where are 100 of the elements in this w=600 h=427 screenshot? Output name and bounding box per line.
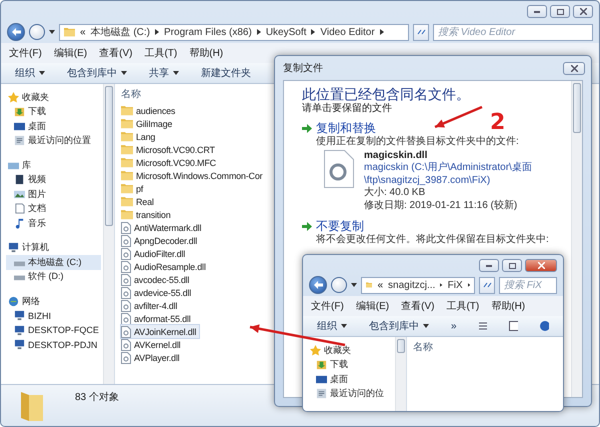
- annotation-number: 2: [490, 111, 506, 134]
- toolbar-button[interactable]: »: [451, 320, 457, 332]
- back-button[interactable]: [309, 276, 327, 294]
- nav-item[interactable]: 桌面: [308, 372, 393, 386]
- file-item[interactable]: Microsoft.VC90.MFC: [121, 156, 219, 169]
- scrollbar[interactable]: [103, 84, 114, 384]
- view-options-icon[interactable]: [478, 322, 488, 330]
- close-button[interactable]: [525, 259, 557, 272]
- file-item[interactable]: avdevice-55.dll: [121, 286, 194, 299]
- file-item[interactable]: AudioFilter.dll: [121, 247, 188, 260]
- refresh-button[interactable]: [479, 276, 495, 294]
- recent-places-icon: [14, 135, 25, 146]
- breadcrumb[interactable]: FiX: [448, 280, 463, 290]
- file-item[interactable]: avcodec-55.dll: [121, 273, 192, 286]
- nav-item[interactable]: 软件 (D:): [6, 270, 101, 284]
- breadcrumb[interactable]: 本地磁盘 (C:): [90, 25, 150, 39]
- file-item[interactable]: avformat-55.dll: [121, 312, 194, 325]
- folder-icon: [121, 105, 133, 116]
- nav-item[interactable]: 音乐: [6, 216, 101, 230]
- breadcrumb[interactable]: UkeySoft: [266, 26, 306, 38]
- nav-item[interactable]: DESKTOP-PDJN: [6, 338, 101, 352]
- file-item[interactable]: Microsoft.VC90.CRT: [121, 143, 218, 156]
- file-item[interactable]: AVKernel.dll: [121, 338, 184, 351]
- file-item[interactable]: avfilter-4.dll: [121, 299, 180, 312]
- minimize-button[interactable]: [479, 259, 499, 272]
- file-icon: [121, 222, 131, 234]
- menu-item[interactable]: 编辑(E): [54, 46, 88, 60]
- nav-item[interactable]: 下载: [308, 358, 393, 372]
- nav-group[interactable]: 收藏夹: [6, 90, 101, 104]
- address-bar[interactable]: « snagitzcj... FiX: [361, 276, 475, 294]
- back-button[interactable]: [7, 23, 25, 41]
- scrollbar[interactable]: [395, 337, 406, 411]
- file-item[interactable]: GiliImage: [121, 117, 176, 130]
- breadcrumb[interactable]: Video Editor: [320, 26, 375, 38]
- file-item[interactable]: Lang: [121, 130, 158, 143]
- menu-item[interactable]: 文件(F): [9, 46, 42, 60]
- nav-item[interactable]: 文档: [6, 202, 101, 216]
- file-item[interactable]: transition: [121, 208, 174, 221]
- breadcrumb[interactable]: snagitzcj...: [388, 280, 436, 290]
- close-button[interactable]: [563, 62, 585, 74]
- column-header[interactable]: 名称: [413, 337, 433, 357]
- search-field[interactable]: 搜索 FiX: [499, 276, 557, 294]
- preview-pane-icon[interactable]: [509, 321, 518, 331]
- toolbar-button[interactable]: 组织: [15, 66, 45, 80]
- file-item[interactable]: ApngDecoder.dll: [121, 234, 200, 247]
- nav-item[interactable]: DESKTOP-FQCE: [6, 323, 101, 338]
- toolbar-button[interactable]: 组织: [317, 319, 347, 333]
- nav-item[interactable]: 下载: [6, 104, 101, 119]
- file-icon: [121, 312, 131, 324]
- toolbar-button[interactable]: 新建文件夹: [201, 66, 251, 80]
- nav-group[interactable]: 计算机: [6, 240, 101, 255]
- nav-item[interactable]: BIZHI: [6, 308, 101, 323]
- breadcrumb-arrow-icon: [440, 282, 443, 288]
- menu-item[interactable]: 编辑(E): [356, 299, 390, 313]
- address-bar[interactable]: « 本地磁盘 (C:) Program Files (x86) UkeySoft Video Editor: [59, 24, 409, 40]
- search-field[interactable]: 搜索 Video Editor: [433, 24, 593, 40]
- menu-item[interactable]: 查看(V): [99, 46, 132, 60]
- option-link[interactable]: 复制和替换: [302, 121, 376, 136]
- minimize-button[interactable]: [527, 5, 547, 18]
- nav-item[interactable]: 桌面: [6, 119, 101, 134]
- toolbar-button[interactable]: 包含到库中: [67, 66, 127, 80]
- overflow-chevron[interactable]: «: [377, 280, 384, 290]
- nav-group[interactable]: 收藏夹: [308, 343, 393, 358]
- menu-item[interactable]: 工具(T): [144, 46, 178, 60]
- maximize-button[interactable]: [550, 5, 570, 18]
- forward-button[interactable]: [331, 277, 347, 293]
- maximize-button[interactable]: [502, 259, 522, 272]
- refresh-button[interactable]: [413, 24, 429, 40]
- file-item[interactable]: Microsoft.Windows.Common-Cor: [121, 169, 266, 182]
- nav-item[interactable]: 最近访问的位置: [6, 134, 101, 148]
- toolbar-button[interactable]: 包含到库中: [369, 319, 429, 333]
- menu-item[interactable]: 查看(V): [401, 299, 434, 313]
- annotation-arrow: [434, 106, 482, 128]
- nav-item[interactable]: 视频: [6, 172, 101, 187]
- arrow-right-icon: [302, 124, 312, 133]
- scrollbar[interactable]: [571, 81, 582, 397]
- nav-item[interactable]: 图片: [6, 187, 101, 202]
- forward-button[interactable]: [29, 24, 45, 40]
- file-item[interactable]: AudioResample.dll: [121, 260, 209, 273]
- file-item[interactable]: AVJoinKernel.dll: [121, 325, 200, 338]
- file-item[interactable]: audiences: [121, 104, 178, 117]
- menu-item[interactable]: 文件(F): [311, 299, 344, 313]
- nav-group[interactable]: 网络: [6, 294, 101, 308]
- column-header[interactable]: 名称: [121, 84, 141, 104]
- menu-item[interactable]: 帮助(H): [189, 46, 224, 60]
- toolbar-button[interactable]: 共享: [149, 66, 179, 80]
- file-item[interactable]: pf: [121, 182, 146, 195]
- menu-item[interactable]: 工具(T): [446, 299, 480, 313]
- nav-item[interactable]: 本地磁盘 (C:): [6, 255, 101, 270]
- file-item[interactable]: Real: [121, 195, 157, 208]
- breadcrumb[interactable]: Program Files (x86): [164, 26, 252, 38]
- close-button[interactable]: [573, 5, 593, 18]
- nav-group[interactable]: 库: [6, 158, 101, 172]
- menu-item[interactable]: 帮助(H): [491, 299, 526, 313]
- file-item[interactable]: AntiWatermark.dll: [121, 221, 204, 234]
- file-item[interactable]: AVPlayer.dll: [121, 351, 182, 364]
- option-link[interactable]: 不要复制: [302, 219, 364, 234]
- caret-icon: [173, 71, 179, 75]
- overflow-chevron[interactable]: «: [80, 26, 86, 38]
- nav-item[interactable]: 最近访问的位: [308, 386, 393, 401]
